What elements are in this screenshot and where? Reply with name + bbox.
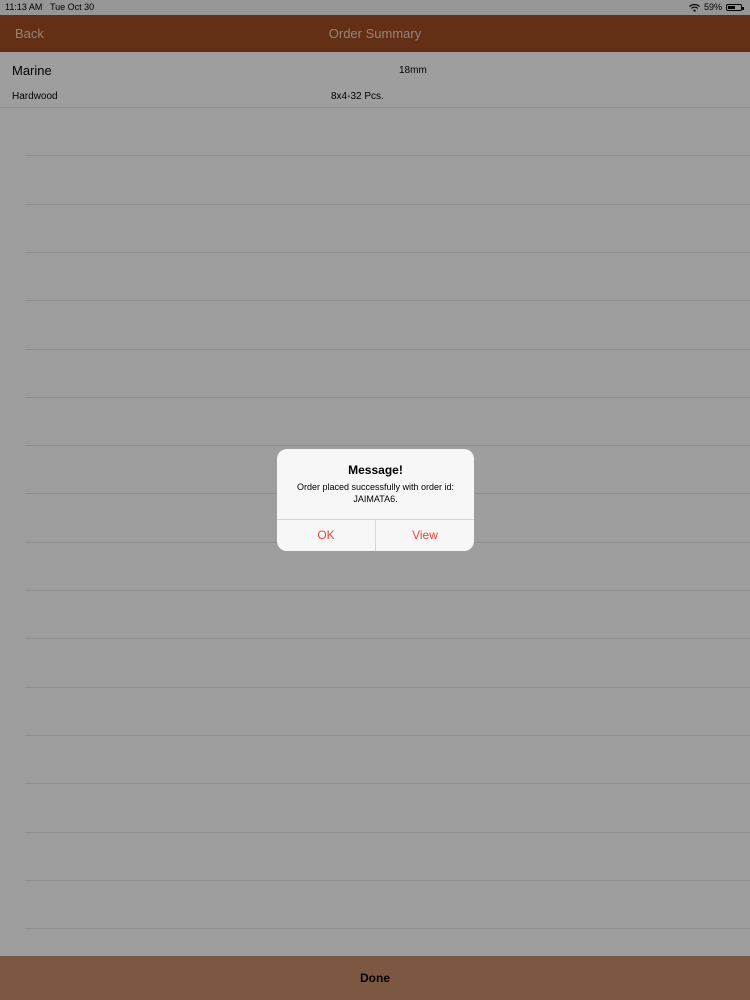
alert-dialog: Message! Order placed successfully with … bbox=[277, 449, 474, 551]
alert-message: Order placed successfully with order id:… bbox=[296, 482, 455, 504]
alert-button-row: OK View bbox=[277, 519, 474, 551]
ok-button[interactable]: OK bbox=[277, 520, 375, 551]
alert-title: Message! bbox=[348, 463, 403, 477]
view-button[interactable]: View bbox=[375, 520, 474, 551]
